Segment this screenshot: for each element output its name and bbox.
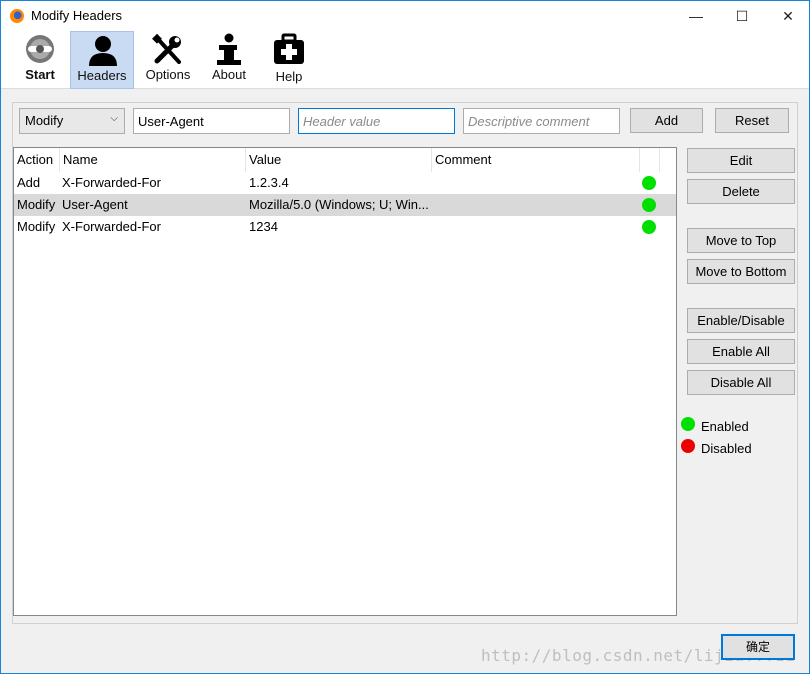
- table-row[interactable]: Modify X-Forwarded-For 1234: [14, 216, 676, 238]
- minimize-button[interactable]: —: [673, 1, 719, 31]
- disabled-legend-icon: [681, 439, 695, 453]
- action-select-value: Modify: [25, 113, 64, 128]
- cell-action: Modify: [17, 197, 56, 212]
- user-icon: [89, 36, 117, 66]
- tool-label: Help: [275, 69, 303, 84]
- modify-headers-window: Modify Headers — ☐ ✕ Start Headers Optio…: [0, 0, 810, 674]
- title-bar: Modify Headers — ☐ ✕: [1, 1, 809, 31]
- tool-start[interactable]: Start: [8, 31, 72, 89]
- cell-name: X-Forwarded-For: [62, 175, 161, 190]
- edit-button[interactable]: Edit: [687, 148, 795, 173]
- delete-button[interactable]: Delete: [687, 179, 795, 204]
- column-header-action[interactable]: Action: [14, 148, 60, 172]
- chevron-down-icon: ⌵: [110, 113, 118, 124]
- add-button[interactable]: Add: [630, 108, 703, 133]
- enable-all-button[interactable]: Enable All: [687, 339, 795, 364]
- move-to-bottom-button[interactable]: Move to Bottom: [687, 259, 795, 284]
- column-header-comment[interactable]: Comment: [432, 148, 640, 172]
- wrench-screwdriver-icon: [152, 33, 181, 64]
- ok-button[interactable]: 确定: [721, 634, 795, 660]
- move-to-top-button[interactable]: Move to Top: [687, 228, 795, 253]
- enabled-status-icon: [642, 176, 656, 190]
- tool-headers[interactable]: Headers: [70, 31, 134, 89]
- enable-disable-button[interactable]: Enable/Disable: [687, 308, 795, 333]
- table-row[interactable]: Add X-Forwarded-For 1.2.3.4: [14, 172, 676, 194]
- column-header-value[interactable]: Value: [246, 148, 432, 172]
- close-button[interactable]: ✕: [765, 1, 810, 31]
- cell-value: Mozilla/5.0 (Windows; U; Win...: [249, 197, 429, 212]
- column-header-status: [640, 148, 660, 172]
- cell-name: X-Forwarded-For: [62, 219, 161, 234]
- tool-options[interactable]: Options: [136, 31, 200, 89]
- tool-about[interactable]: About: [197, 31, 261, 89]
- first-aid-kit-icon: [274, 33, 304, 64]
- tool-label: About: [212, 67, 246, 82]
- disabled-legend-label: Disabled: [701, 441, 752, 456]
- enabled-legend-label: Enabled: [701, 419, 749, 434]
- disable-all-button[interactable]: Disable All: [687, 370, 795, 395]
- tool-help[interactable]: Help: [257, 31, 321, 89]
- headers-table[interactable]: Action Name Value Comment Add X-Forwarde…: [13, 147, 677, 616]
- toolbar: Start Headers Options About Help: [1, 31, 809, 89]
- cell-value: 1.2.3.4: [249, 175, 289, 190]
- action-select[interactable]: Modify ⌵: [19, 108, 125, 134]
- start-icon: [26, 35, 54, 63]
- table-header: Action Name Value Comment: [14, 148, 676, 172]
- header-name-input[interactable]: [133, 108, 290, 134]
- firefox-icon: [10, 9, 24, 23]
- cell-comment: [432, 172, 640, 194]
- tool-label: Options: [145, 67, 191, 82]
- info-icon: [217, 33, 241, 65]
- column-header-name[interactable]: Name: [60, 148, 246, 172]
- cell-value: 1234: [249, 219, 278, 234]
- enabled-legend-icon: [681, 417, 695, 431]
- cell-name: User-Agent: [62, 197, 128, 212]
- reset-button[interactable]: Reset: [715, 108, 789, 133]
- cell-comment: [432, 194, 640, 216]
- enabled-status-icon: [642, 198, 656, 212]
- cell-action: Add: [17, 175, 41, 190]
- table-row[interactable]: Modify User-Agent Mozilla/5.0 (Windows; …: [14, 194, 676, 216]
- maximize-button[interactable]: ☐: [719, 1, 765, 31]
- window-title: Modify Headers: [31, 8, 123, 23]
- header-value-input[interactable]: [298, 108, 455, 134]
- cell-action: Modify: [17, 219, 56, 234]
- cell-comment: [432, 216, 640, 238]
- enabled-status-icon: [642, 220, 656, 234]
- tool-label: Start: [25, 67, 55, 82]
- comment-input[interactable]: [463, 108, 620, 134]
- tool-label: Headers: [77, 68, 127, 83]
